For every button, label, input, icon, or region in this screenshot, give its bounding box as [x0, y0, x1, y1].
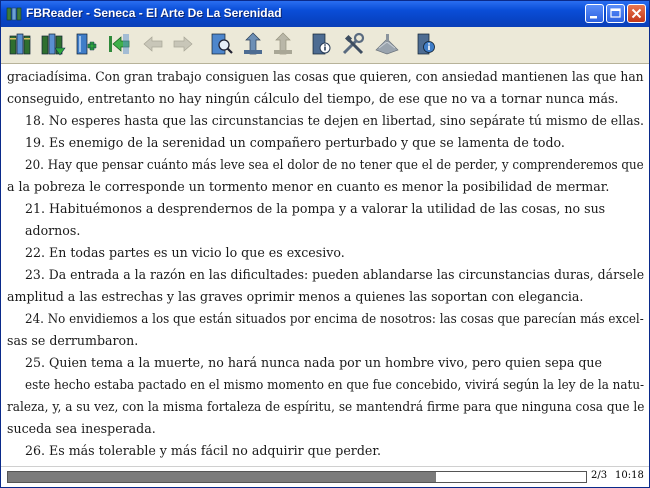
text-line: amplitud a las estrechas y las graves op… [7, 289, 584, 304]
about-icon [417, 33, 435, 55]
toc-button[interactable] [207, 30, 235, 58]
text-line: 21. Habituémonos a desprendernos de la p… [25, 201, 606, 216]
reading-progress-bar[interactable] [7, 471, 587, 483]
preferences-button[interactable] [339, 30, 367, 58]
recent-books-icon [41, 33, 66, 56]
library-icon [9, 33, 31, 55]
page-indicator: 2/3 [591, 470, 608, 481]
text-line: adornos. [25, 223, 81, 238]
text-line: suceda sea inesperada. [7, 421, 156, 436]
text-line: este hecho estaba pactado en el mismo mo… [25, 377, 645, 392]
rotate-screen-icon [375, 34, 399, 55]
recent-books-button[interactable] [39, 30, 67, 58]
text-line: 25. Quien tema a la muerte, no hará nunc… [25, 355, 602, 370]
back-button[interactable] [139, 30, 167, 58]
text-line: 23. Da entrada a la razón en las dificul… [25, 267, 645, 282]
find-next-icon [274, 32, 292, 55]
text-line: conseguido, entretanto no hay ningún cál… [7, 91, 619, 106]
library-button[interactable] [7, 30, 35, 58]
reading-progress-fill [8, 472, 436, 482]
text-line: 26. Es más tolerable y más fácil no adqu… [25, 443, 381, 458]
book-text-area[interactable]: graciadísima. Con gran trabajo consiguen… [1, 64, 649, 466]
text-line: 20. Hay que pensar cuánto más leve sea e… [25, 157, 644, 172]
find-button[interactable] [239, 30, 267, 58]
status-bar: 2/3 10:18 [1, 466, 649, 487]
toolbar [1, 27, 649, 64]
maximize-button[interactable] [606, 4, 625, 23]
title-bar[interactable]: FBReader - Seneca - El Arte De La Sereni… [1, 1, 649, 27]
text-line: 22. En todas partes es un vicio lo que e… [25, 245, 345, 260]
text-line: graciadísima. Con gran trabajo consiguen… [7, 69, 644, 84]
add-book-icon [76, 33, 97, 55]
find-icon [244, 32, 262, 55]
rotate-screen-button[interactable] [373, 30, 401, 58]
about-button[interactable] [411, 30, 439, 58]
add-book-button[interactable] [71, 30, 99, 58]
book-info-icon [312, 33, 331, 55]
go-to-start-button[interactable] [105, 30, 133, 58]
text-line: sas se derrumbaron. [7, 333, 139, 348]
text-line: 19. Es enemigo de la serenidad un compañ… [25, 135, 565, 150]
preferences-icon [342, 32, 365, 55]
clock: 10:18 [615, 470, 644, 481]
go-to-start-icon [109, 34, 130, 54]
minimize-icon [590, 16, 597, 19]
text-line: 24. No envidiemos a los que están situad… [25, 311, 644, 326]
find-next-button[interactable] [269, 30, 297, 58]
back-arrow-icon [143, 36, 163, 52]
text-line: raleza, y, a su vez, con la misma fortal… [7, 399, 645, 414]
close-button[interactable] [627, 4, 646, 23]
text-line: 18. No esperes hasta que las circunstanc… [25, 113, 645, 128]
book-info-button[interactable] [307, 30, 335, 58]
forward-button[interactable] [169, 30, 197, 58]
text-line: a la pobreza le corresponde un tormento … [7, 179, 610, 194]
minimize-button[interactable] [585, 4, 604, 23]
app-icon [6, 6, 22, 22]
close-icon [631, 8, 642, 19]
toc-icon [211, 33, 233, 55]
forward-arrow-icon [173, 36, 193, 52]
app-window: FBReader - Seneca - El Arte De La Sereni… [0, 0, 650, 488]
window-title: FBReader - Seneca - El Arte De La Sereni… [26, 6, 282, 20]
